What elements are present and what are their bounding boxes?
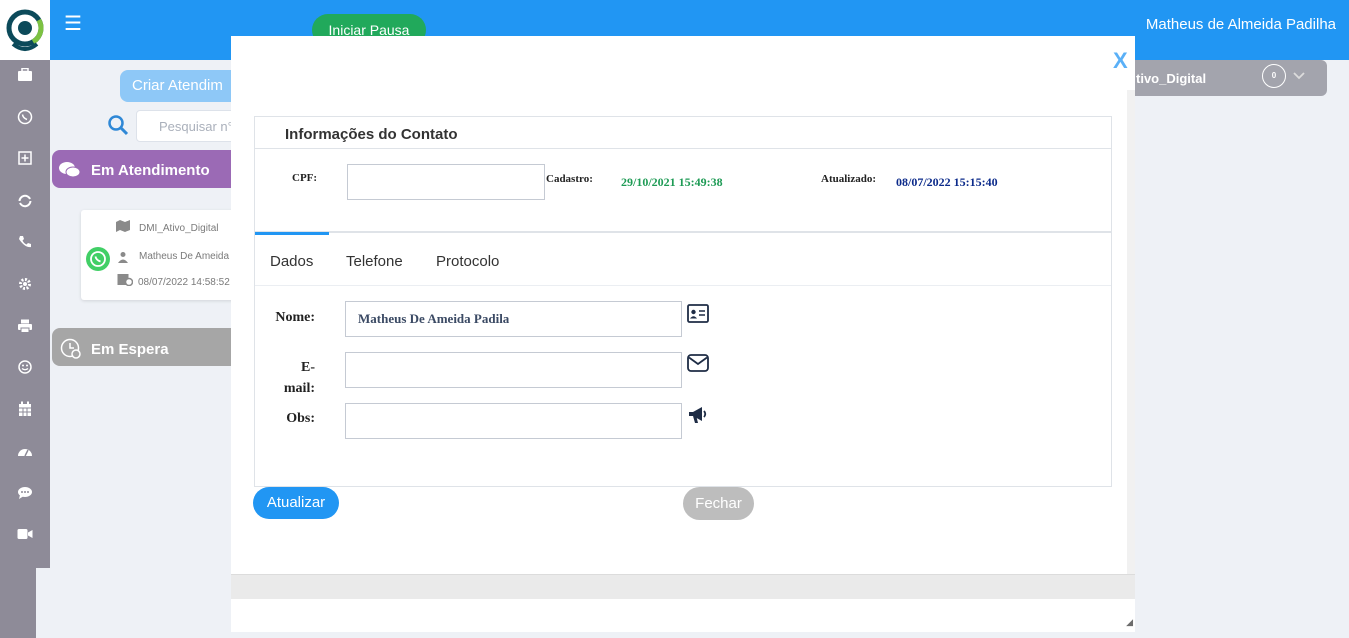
calendar-clock-icon — [117, 272, 134, 291]
whatsapp-icon[interactable] — [15, 109, 35, 129]
agent-status-label: tivo_Digital — [1136, 71, 1207, 86]
clock-icon — [60, 338, 81, 359]
active-tab-indicator — [255, 232, 329, 235]
cadastro-label: Cadastro: — [546, 173, 593, 185]
nome-label: Nome: — [275, 310, 315, 325]
divider — [255, 148, 1111, 149]
email-label-line-2: mail: — [283, 381, 315, 396]
cpf-input[interactable] — [347, 164, 545, 200]
contact-card-icon[interactable] — [687, 304, 709, 329]
modal-close-button[interactable]: X — [1113, 48, 1128, 74]
gear-icon[interactable] — [15, 277, 35, 297]
agent-icon — [117, 250, 129, 268]
user-name: Matheus de Almeida Padilha — [1145, 16, 1336, 33]
logo — [0, 0, 50, 60]
contact-modal: X Informações do Contato CPF: Cadastro: … — [231, 36, 1135, 632]
contact-info-title: Informações do Contato — [285, 126, 458, 143]
email-label-line-1: E- — [301, 360, 315, 375]
contact-info-panel: Informações do Contato CPF: Cadastro: 29… — [254, 116, 1112, 232]
envelope-icon[interactable] — [687, 354, 709, 377]
calendar-icon[interactable] — [15, 401, 35, 421]
chevron-down-icon[interactable] — [1293, 72, 1305, 80]
phone-icon[interactable] — [15, 235, 35, 255]
plus-square-icon[interactable] — [15, 151, 35, 171]
divider — [255, 285, 1111, 286]
agent-count-badge: 0 — [1262, 64, 1286, 88]
obs-label: Obs: — [286, 411, 315, 426]
service-card[interactable]: DMI_Ativo_Digital Matheus De Ameida 08/0… — [81, 210, 241, 300]
map-icon — [116, 219, 130, 237]
briefcase-icon[interactable] — [15, 67, 35, 88]
search-input[interactable]: Pesquisar n° — [136, 110, 246, 142]
agent-status-pill[interactable]: tivo_Digital 0 — [1120, 60, 1327, 96]
contact-tab-panel: Dados Telefone Protocolo Nome: Matheus D… — [254, 232, 1112, 487]
email-input[interactable] — [345, 352, 682, 388]
cpf-label: CPF: — [292, 172, 318, 184]
sidebar-extension — [0, 568, 36, 638]
close-button[interactable]: Fechar — [683, 487, 754, 520]
waiting-label: Em Espera — [91, 341, 169, 358]
tab-telefone[interactable]: Telefone — [346, 253, 403, 270]
search-icon[interactable] — [107, 114, 129, 141]
tab-protocolo[interactable]: Protocolo — [436, 253, 499, 270]
menu-hamburger-icon[interactable]: ☰ — [64, 14, 82, 34]
dashboard-icon[interactable] — [15, 444, 35, 464]
nome-input[interactable]: Matheus De Ameida Padila — [345, 301, 682, 337]
chat-icon[interactable] — [15, 486, 35, 506]
waiting-section-header[interactable]: Em Espera — [52, 328, 242, 366]
obs-input[interactable] — [345, 403, 682, 439]
card-datetime: 08/07/2022 14:58:52 — [138, 277, 230, 288]
smiley-icon[interactable] — [15, 360, 35, 380]
megaphone-icon[interactable] — [687, 405, 709, 430]
modal-footer — [231, 574, 1135, 599]
in-service-section-header[interactable]: Em Atendimento — [52, 150, 242, 188]
sidebar — [0, 60, 50, 568]
refresh-icon[interactable] — [15, 193, 35, 213]
update-button[interactable]: Atualizar — [253, 487, 339, 519]
cadastro-value: 29/10/2021 15:49:38 — [621, 175, 723, 189]
card-channel: DMI_Ativo_Digital — [139, 223, 219, 234]
card-agent: Matheus De Ameida — [139, 251, 230, 262]
video-icon[interactable] — [15, 526, 35, 546]
in-service-label: Em Atendimento — [91, 162, 210, 179]
atualizado-value: 08/07/2022 15:15:40 — [896, 175, 998, 189]
atualizado-label: Atualizado: — [821, 173, 876, 185]
printer-icon[interactable] — [15, 319, 35, 339]
resize-handle-icon[interactable]: ◢ — [1126, 617, 1133, 628]
chat-bubbles-icon — [59, 162, 81, 178]
tab-dados[interactable]: Dados — [270, 253, 313, 270]
modal-scrollbar[interactable] — [1127, 90, 1135, 574]
whatsapp-badge-icon — [86, 247, 110, 271]
